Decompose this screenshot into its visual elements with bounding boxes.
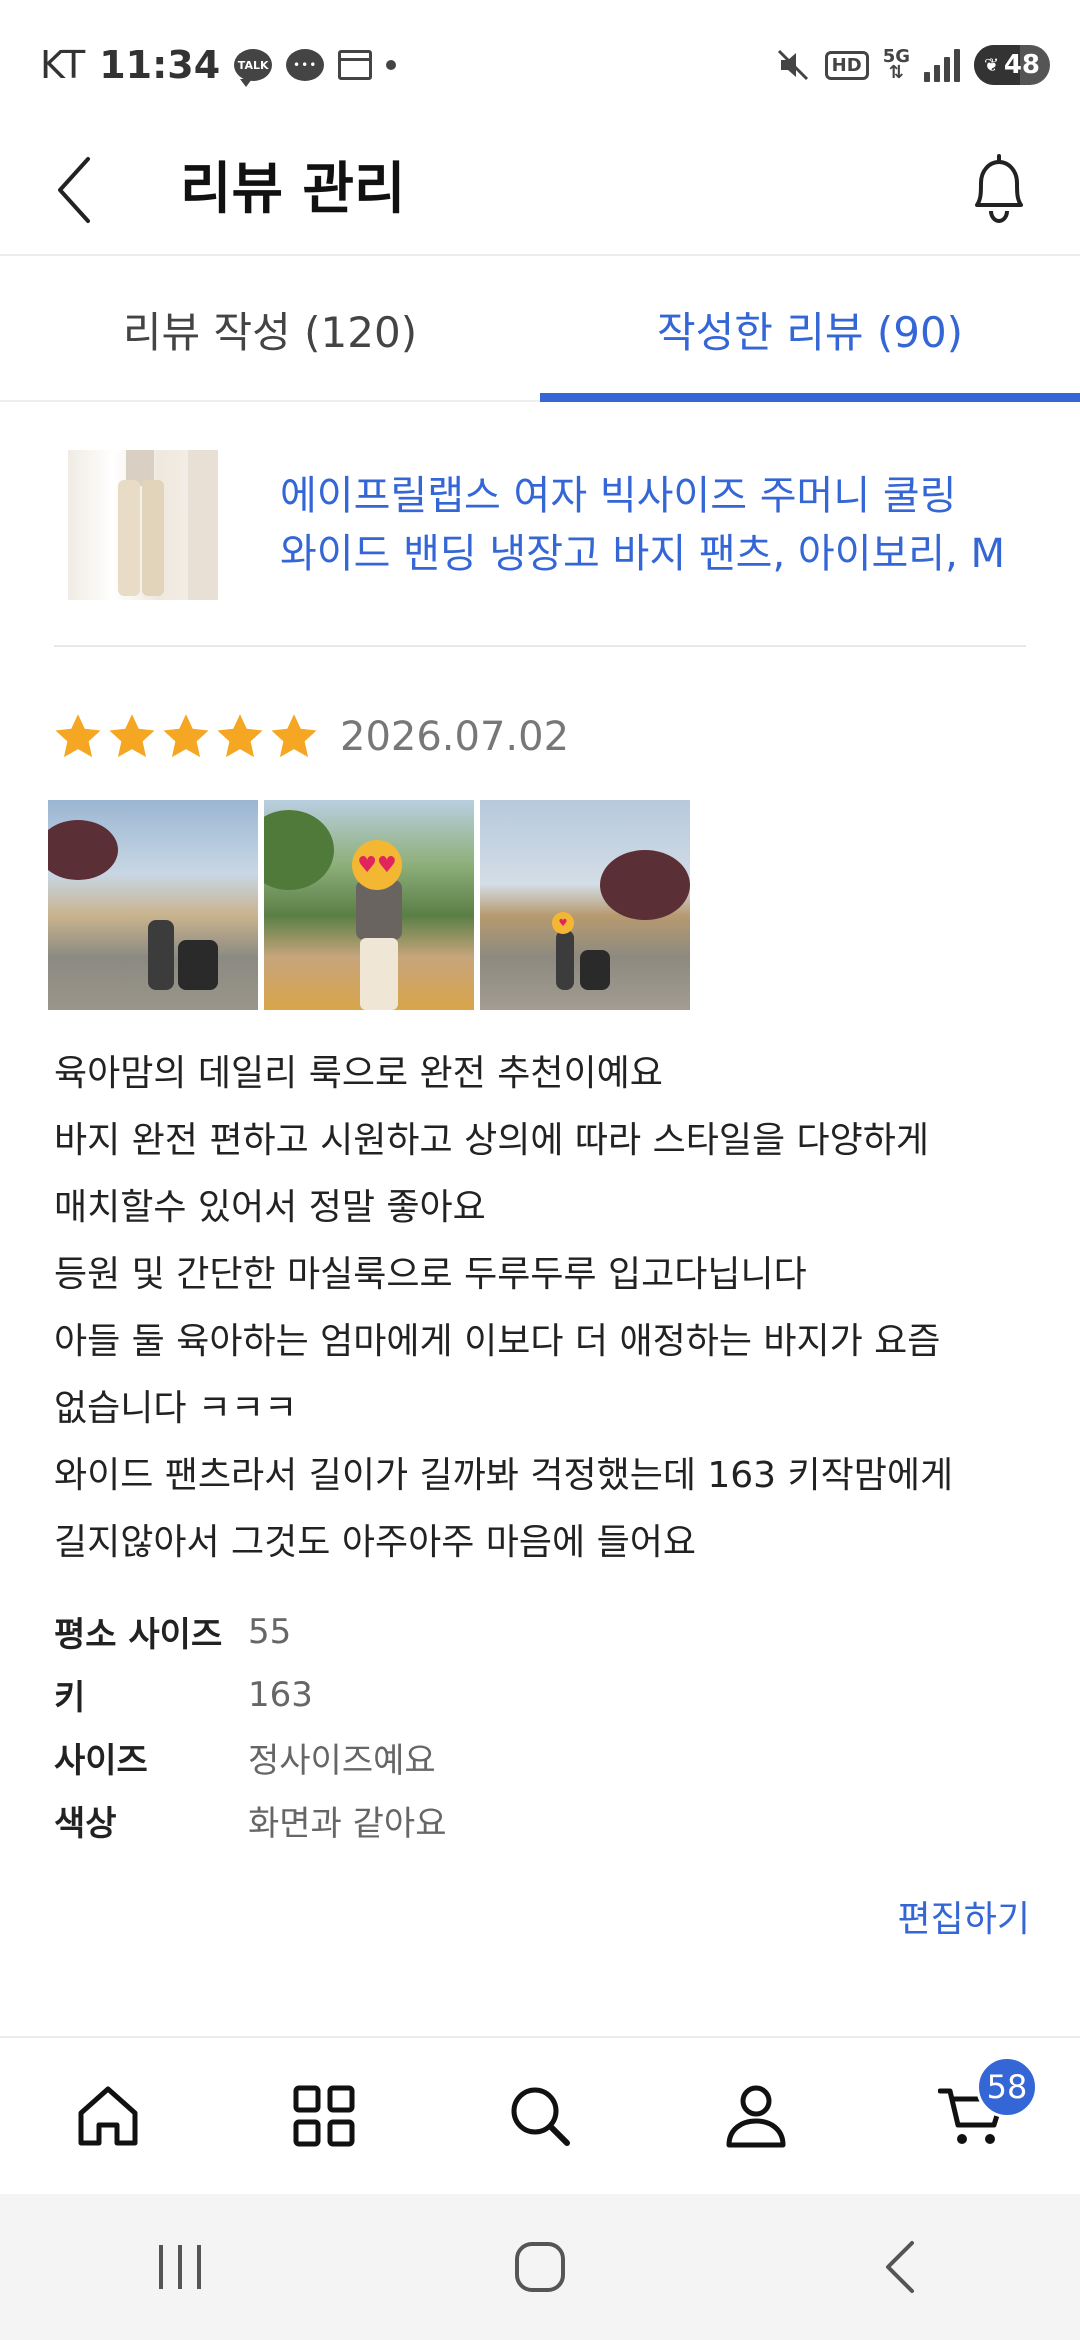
review-line: 와이드 팬츠라서 길이가 길까봐 걱정했는데 163 키작맘에게: [54, 1455, 954, 1496]
kakaotalk-icon: TALK: [234, 49, 273, 87]
home-circle-icon: [515, 2242, 565, 2292]
app-header: 리뷰 관리: [0, 130, 1080, 256]
review-line: 없습니다 ㅋㅋㅋ: [54, 1388, 298, 1429]
star-rating: [52, 711, 320, 763]
back-system-button[interactable]: [840, 2217, 960, 2317]
review-tabs: 리뷰 작성 (120) 작성한 리뷰 (90): [0, 258, 1080, 402]
review-line: 길지않아서 그것도 아주아주 마음에 들어요: [54, 1522, 696, 1563]
hd-icon: HD: [824, 50, 869, 80]
home-system-button[interactable]: [480, 2217, 600, 2317]
product-row[interactable]: 에이프릴랩스 여자 빅사이즈 주머니 쿨링 와이드 밴딩 냉장고 바지 팬츠, …: [68, 450, 1028, 600]
bell-icon: [975, 154, 1023, 224]
attribute-value: 163: [248, 1674, 313, 1715]
attribute-key: 키: [54, 1678, 86, 1718]
nav-profile[interactable]: [696, 2056, 816, 2176]
back-button[interactable]: [44, 150, 104, 230]
star-icon: [217, 714, 263, 758]
review-attributes: 평소 사이즈 55 키 163 사이즈 정사이즈예요 색상 화면과 같아요: [54, 1600, 954, 1852]
tab-write-review[interactable]: 리뷰 작성 (120): [0, 258, 540, 400]
star-icon: [109, 714, 155, 758]
star-icon: [163, 714, 209, 758]
bottom-nav: 58: [0, 2036, 1080, 2194]
status-left: KT 11:34 TALK: [40, 40, 397, 90]
page-title: 리뷰 관리: [180, 157, 406, 222]
attribute-value: 정사이즈예요: [248, 1741, 436, 1781]
back-arrow-icon: [886, 2241, 914, 2293]
review-line: 육아맘의 데일리 룩으로 완전 추천이예요: [54, 1053, 663, 1094]
star-icon: [55, 714, 101, 758]
status-bar: KT 11:34 TALK HD 5G⇅ ❦48: [0, 0, 1080, 130]
nav-home[interactable]: [48, 2056, 168, 2176]
attribute-row: 색상 화면과 같아요: [54, 1789, 954, 1852]
profile-icon: [726, 2085, 786, 2148]
mute-icon: [775, 47, 811, 83]
review-body: 육아맘의 데일리 룩으로 완전 추천이예요 바지 완전 편하고 시원하고 상의에…: [54, 1040, 1034, 1576]
system-nav-bar: [0, 2194, 1080, 2340]
face-cover-emoji: ♥♥: [352, 840, 402, 890]
nav-category[interactable]: [264, 2056, 384, 2176]
attribute-row: 평소 사이즈 55: [54, 1600, 954, 1663]
chevron-left-icon: [58, 157, 90, 223]
more-notifications-icon: [386, 60, 397, 70]
category-icon: [293, 2085, 355, 2147]
chat-icon: [286, 49, 325, 81]
5g-label: 5G: [882, 46, 910, 67]
review-date: 2026.07.02: [340, 714, 570, 760]
divider: [54, 645, 1026, 647]
attribute-value: 55: [248, 1611, 292, 1652]
nav-search[interactable]: [480, 2056, 600, 2176]
attribute-row: 키 163: [54, 1663, 954, 1726]
home-icon: [78, 2086, 138, 2146]
review-photo-2[interactable]: ♥♥: [264, 800, 474, 1010]
clock: 11:34: [99, 43, 221, 87]
review-line: 등원 및 간단한 마실룩으로 두루두루 입고다닙니다: [54, 1254, 807, 1295]
battery-level: 48: [1003, 50, 1040, 80]
battery-icon: ❦ 48: [974, 45, 1050, 85]
product-name-line1: 에이프릴랩스 여자 빅사이즈 주머니 쿨링: [280, 473, 957, 519]
review-line: 매치할수 있어서 정말 좋아요: [54, 1187, 486, 1228]
product-name-line2: 와이드 밴딩 냉장고 바지 팬츠, 아이보리, M: [280, 531, 1006, 577]
review-photo-1[interactable]: [48, 800, 258, 1010]
edit-review-button[interactable]: 편집하기: [898, 1890, 1030, 1942]
attribute-row: 사이즈 정사이즈예요: [54, 1726, 954, 1789]
search-icon: [511, 2087, 570, 2146]
carrier-label: KT: [40, 43, 86, 87]
recents-button[interactable]: [120, 2217, 240, 2317]
status-right: HD 5G ⇅ ❦ 48: [775, 42, 1050, 88]
5g-icon: 5G ⇅: [882, 46, 910, 83]
review-line: 아들 둘 육아하는 엄마에게 이보다 더 애정하는 바지가 요즘: [54, 1321, 941, 1362]
notification-button[interactable]: [954, 144, 1044, 234]
star-icon: [271, 714, 317, 758]
recents-icon: [159, 2245, 201, 2289]
signal-icon: [924, 48, 960, 82]
attribute-key: 사이즈: [54, 1741, 148, 1781]
review-photo-3[interactable]: ♥: [480, 800, 690, 1010]
product-thumbnail[interactable]: [68, 450, 218, 600]
tab-written-reviews[interactable]: 작성한 리뷰 (90): [540, 258, 1080, 402]
calendar-icon: [338, 50, 373, 80]
review-rating-row: 2026.07.02: [52, 705, 569, 769]
attribute-value: 화면과 같아요: [248, 1804, 447, 1844]
attribute-key: 색상: [54, 1804, 117, 1844]
face-cover-emoji-small: ♥: [552, 912, 574, 934]
nav-cart[interactable]: 58: [912, 2056, 1038, 2176]
product-name[interactable]: 에이프릴랩스 여자 빅사이즈 주머니 쿨링 와이드 밴딩 냉장고 바지 팬츠, …: [280, 467, 1005, 583]
attribute-key: 평소 사이즈: [54, 1615, 223, 1655]
review-line: 바지 완전 편하고 시원하고 상의에 따라 스타일을 다양하게: [54, 1120, 929, 1161]
cart-count-badge: 58: [976, 2056, 1038, 2118]
review-photos: ♥♥ ♥: [48, 800, 690, 1010]
